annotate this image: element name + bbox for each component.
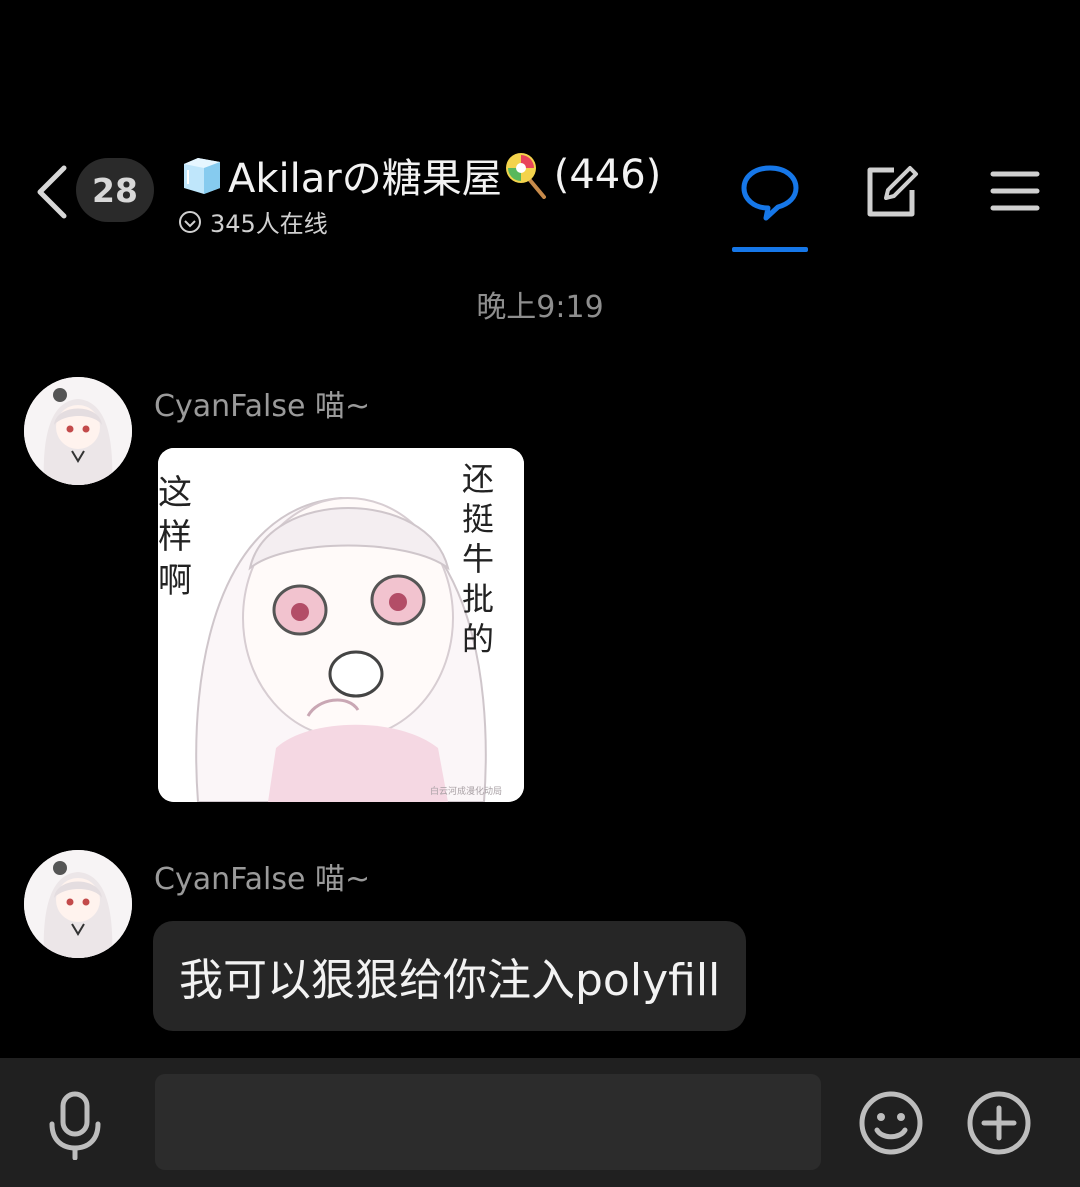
sticker-text-left-3: 啊 <box>158 561 192 601</box>
sticker-text-left-2: 样 <box>158 517 192 557</box>
member-count: (446) <box>553 152 662 198</box>
avatar-illustration <box>24 377 132 485</box>
back-icon <box>37 165 67 219</box>
avatar-illustration <box>24 850 132 958</box>
more-button[interactable] <box>966 1090 1032 1156</box>
sender-name[interactable]: CyanFalse 喵~ <box>154 854 370 898</box>
menu-button[interactable] <box>988 166 1042 216</box>
sticker-text-left-1: 这 <box>158 473 192 513</box>
anime-girl-sticker: 这 样 啊 还 挺 牛 批 的 白云河成漫化动局 <box>158 448 524 802</box>
chat-bubble-icon <box>741 165 799 221</box>
menu-icon <box>990 171 1040 211</box>
group-name: Akilarの糖果屋 <box>228 156 502 202</box>
sticker-text-right-3: 牛 <box>462 540 494 578</box>
tab-chat[interactable] <box>732 158 808 254</box>
input-bar <box>0 1058 1080 1187</box>
group-title-area[interactable]: Akilarの糖果屋 (446) 345人在线 <box>178 148 661 239</box>
chat-header: 28 Akilarの糖果屋 (446) 345人在线 <box>0 120 1080 260</box>
message-input[interactable] <box>155 1074 821 1170</box>
back-button[interactable] <box>30 162 74 222</box>
plus-icon <box>967 1091 1031 1155</box>
sticker-text-right-2: 挺 <box>462 500 494 538</box>
lollipop-icon <box>505 153 546 199</box>
avatar[interactable] <box>24 850 132 958</box>
emoji-button[interactable] <box>858 1090 924 1156</box>
sticker-text-right-4: 批 <box>462 580 494 618</box>
avatar[interactable] <box>24 377 132 485</box>
microphone-icon <box>49 1091 101 1161</box>
sender-name[interactable]: CyanFalse 喵~ <box>154 381 370 425</box>
unread-count-badge[interactable]: 28 <box>76 158 154 222</box>
ice-cube-icon <box>184 158 220 194</box>
active-tab-indicator <box>732 247 808 252</box>
sticker-image[interactable]: 这 样 啊 还 挺 牛 批 的 白云河成漫化动局 <box>158 448 524 802</box>
emoji-icon <box>859 1091 923 1155</box>
edit-icon <box>867 166 918 217</box>
voice-button[interactable] <box>44 1090 106 1161</box>
online-check-icon <box>179 210 201 233</box>
sticker-text-right-5: 的 <box>462 620 494 658</box>
edit-button[interactable] <box>862 162 922 222</box>
online-count: 345人在线 <box>210 210 328 238</box>
message-bubble[interactable]: 我可以狠狠给你注入polyfill <box>153 921 747 1031</box>
sticker-watermark: 白云河成漫化动局 <box>430 785 502 797</box>
sticker-text-right-1: 还 <box>462 460 494 498</box>
message-timestamp: 晚上9:19 <box>476 290 604 325</box>
